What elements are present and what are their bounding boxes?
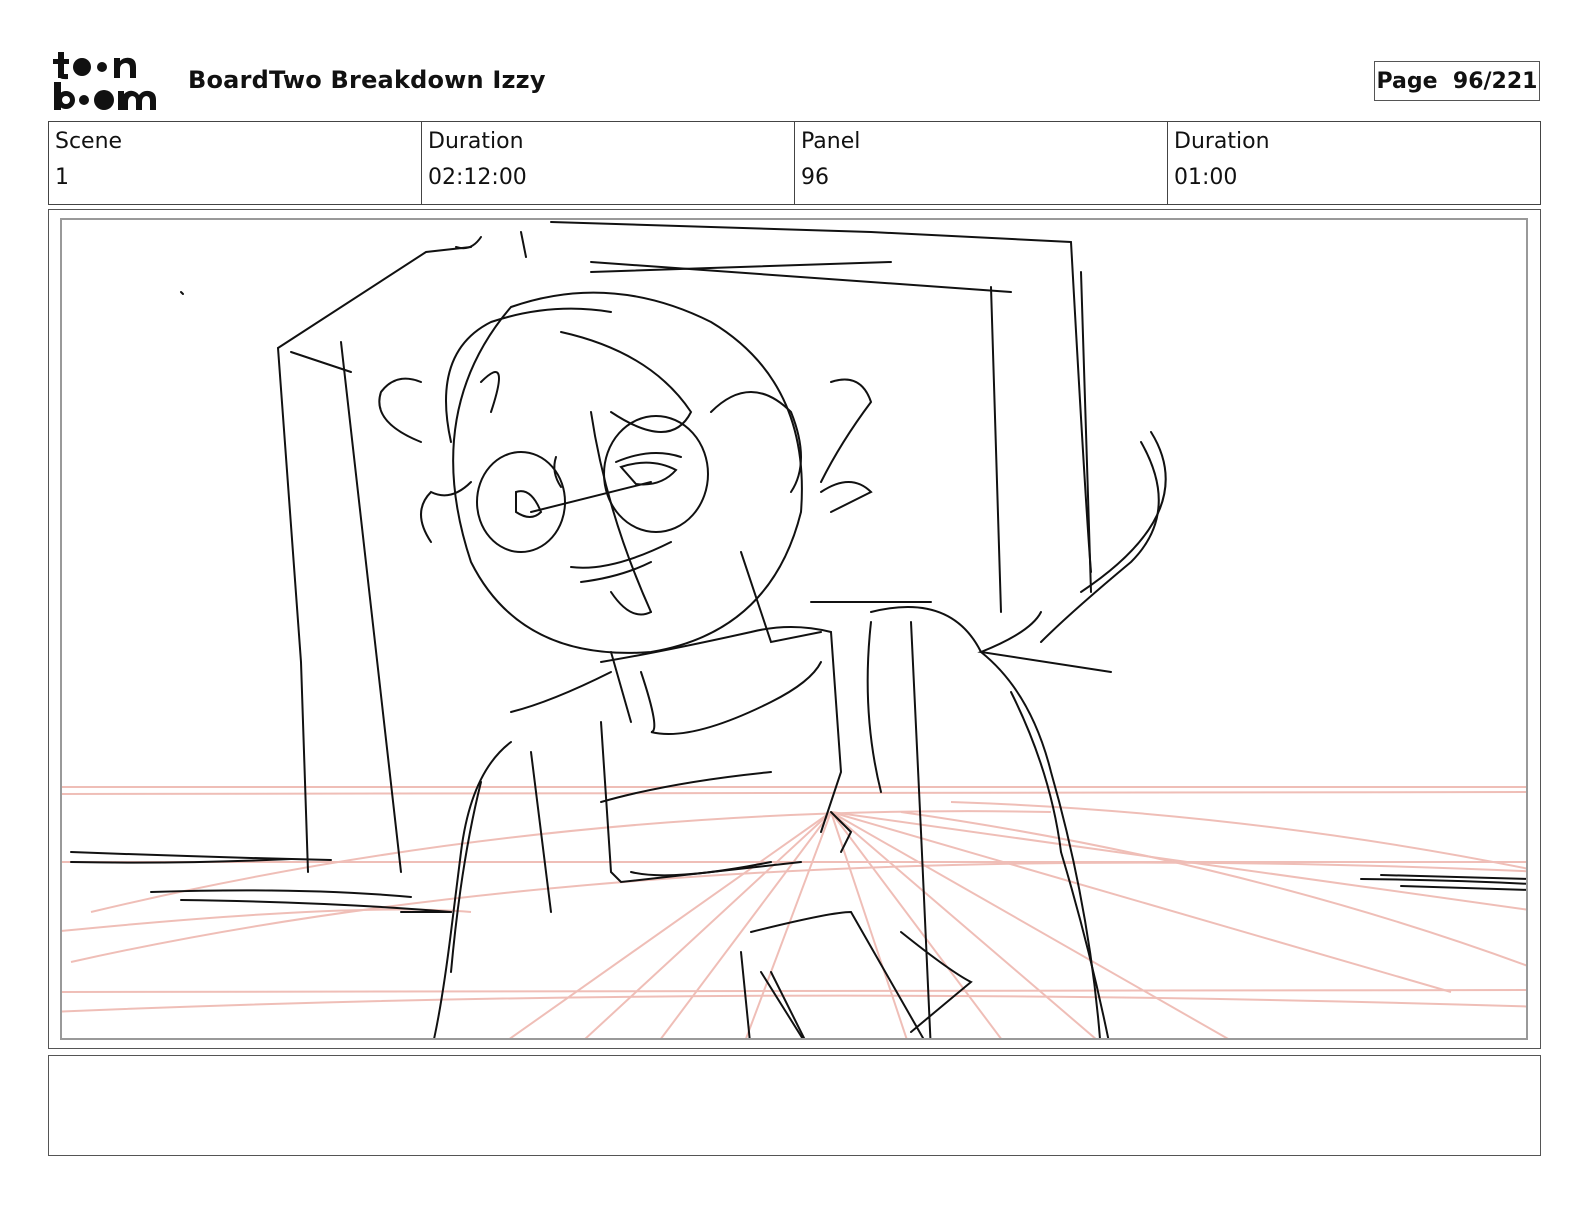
storyboard-panel [48, 209, 1541, 1049]
toon-boom-logo [53, 52, 156, 110]
scene-label: Scene [55, 129, 123, 154]
perspective-guides [62, 786, 1526, 1038]
panel-duration-label: Duration [1174, 129, 1270, 154]
scene-value: 1 [55, 165, 69, 190]
panel-duration-cell: Duration 01:00 [1168, 122, 1540, 204]
panel-value: 96 [801, 165, 829, 190]
scene-duration-cell: Duration 02:12:00 [422, 122, 795, 204]
sketch-drawing [62, 221, 1526, 1038]
page-header: BoardTwo Breakdown Izzy Page 96/221 [0, 0, 1584, 120]
panel-notes-box [48, 1055, 1541, 1156]
character-sketch [70, 221, 1526, 1038]
page-label: Page [1376, 68, 1438, 94]
scene-duration-value: 02:12:00 [428, 165, 527, 190]
panel-duration-value: 01:00 [1174, 165, 1238, 190]
scene-cell: Scene 1 [49, 122, 422, 204]
panel-info-table: Scene 1 Duration 02:12:00 Panel 96 Durat… [48, 121, 1541, 205]
panel-image-frame [60, 218, 1528, 1040]
page-number: 96/221 [1452, 68, 1538, 94]
panel-label: Panel [801, 129, 861, 154]
document-title: BoardTwo Breakdown Izzy [188, 66, 546, 94]
page-indicator: Page 96/221 [1374, 61, 1540, 101]
scene-duration-label: Duration [428, 129, 524, 154]
panel-cell: Panel 96 [795, 122, 1168, 204]
